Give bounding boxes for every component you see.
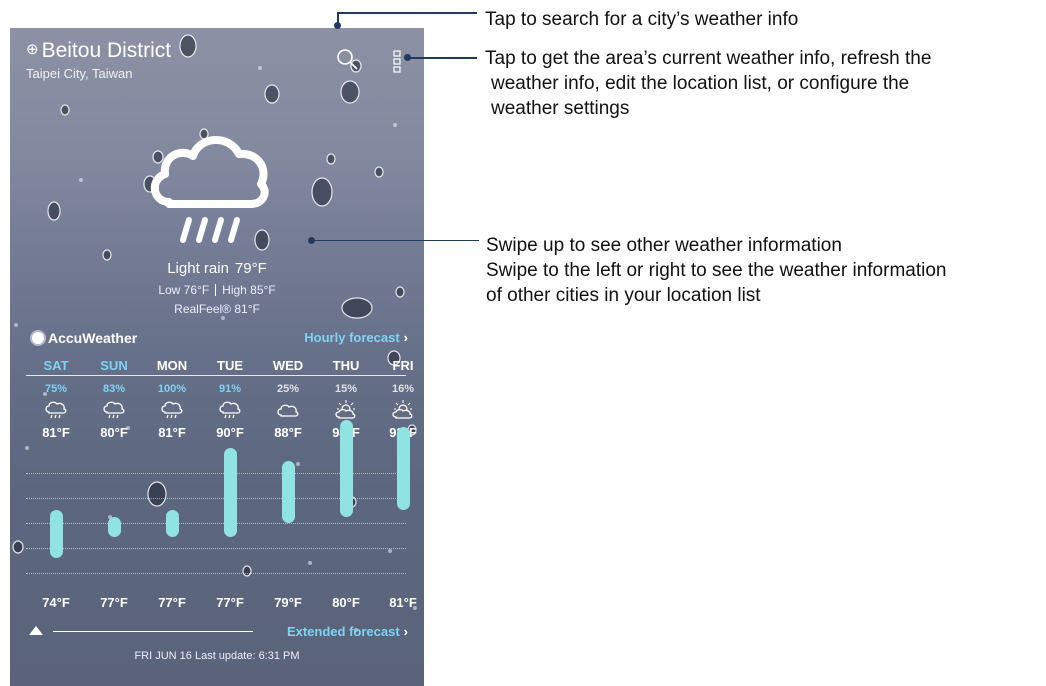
extended-forecast-link[interactable]: Extended forecast › xyxy=(287,624,408,639)
location-title[interactable]: ⊕ Beitou District xyxy=(26,39,171,63)
callout-swipe-line: Swipe up to see other weather informatio… xyxy=(486,235,842,256)
current-temp: 79°F xyxy=(234,260,267,277)
location-name: Beitou District xyxy=(41,39,172,62)
high-temp-label: 80°F xyxy=(100,425,128,440)
callout-menu-line: weather info, edit the location list, or… xyxy=(491,73,910,94)
partly-sunny-icon xyxy=(376,400,424,425)
temp-range-bar xyxy=(166,509,179,538)
low-temp-label: 80°F xyxy=(332,595,360,610)
low-temp-label: 77°F xyxy=(158,595,186,610)
last-update: FRI JUN 16 Last update: 6:31 PM xyxy=(134,650,300,662)
accuweather-logo[interactable]: AccuWeather xyxy=(32,330,137,346)
raindrops-background xyxy=(12,34,417,632)
search-icon[interactable] xyxy=(334,46,360,72)
high-temp-label: 81°F xyxy=(158,425,186,440)
accuweather-sun-icon xyxy=(32,332,44,344)
low-temp-label: 81°F xyxy=(389,595,417,610)
forecast-day: THU xyxy=(332,358,360,373)
temp-range-bar xyxy=(397,426,410,510)
rain-icon xyxy=(29,400,83,425)
leader-dot xyxy=(334,22,341,29)
temp-range-bar xyxy=(224,447,237,538)
low-temp-label: 79°F xyxy=(274,595,302,610)
grid-line xyxy=(26,523,406,524)
high-temp-label: 90°F xyxy=(216,425,244,440)
low-temp-label: 77°F xyxy=(100,595,128,610)
grid-line xyxy=(26,548,406,549)
high-temp-label: 88°F xyxy=(274,425,302,440)
forecast-day: TUE xyxy=(217,358,243,373)
rain-cloud-icon xyxy=(151,136,269,243)
callout-search: Tap to search for a city’s weather info xyxy=(485,9,799,30)
chevron-right-icon: › xyxy=(403,624,408,639)
extended-forecast-label: Extended forecast xyxy=(286,624,400,639)
forecast-day: MON xyxy=(156,358,188,373)
realfeel: RealFeel® 81°F xyxy=(174,302,260,316)
precip-percent: 15% xyxy=(334,383,358,395)
callout-menu: Tap to get the area’s current weather in… xyxy=(485,46,1035,121)
precip-percent: 75% xyxy=(44,383,68,395)
weather-screen[interactable]: ⊕ Beitou District Taipei City, Taiwan Lig… xyxy=(10,28,424,686)
more-vert-icon[interactable] xyxy=(392,50,402,74)
precip-percent: 91% xyxy=(218,383,242,395)
extended-divider xyxy=(53,631,253,632)
separator xyxy=(215,284,217,296)
leader-dot xyxy=(308,237,315,244)
callout-swipe: Swipe up to see other weather informatio… xyxy=(486,233,1046,308)
forecast-day: SUN xyxy=(100,358,128,373)
current-condition: Light rain 79°F xyxy=(10,260,424,277)
cloudy-icon xyxy=(261,400,315,425)
leader-line xyxy=(337,12,477,14)
days-divider xyxy=(26,375,406,376)
precip-percent: 25% xyxy=(276,383,300,395)
high-temp: High 85°F xyxy=(222,283,276,297)
callout-swipe-line: of other cities in your location list xyxy=(486,285,761,306)
forecast-day: SAT xyxy=(43,358,69,373)
forecast-day: WED xyxy=(272,358,304,373)
hourly-forecast-link[interactable]: Hourly forecast › xyxy=(304,330,408,345)
rain-icon xyxy=(87,400,141,425)
temp-range-bar xyxy=(50,509,63,558)
low-temp-label: 74°F xyxy=(42,595,70,610)
low-temp-label: 77°F xyxy=(216,595,244,610)
grid-line xyxy=(26,573,406,574)
leader-line xyxy=(408,57,477,59)
rain-icon xyxy=(203,400,257,425)
callout-menu-line: weather settings xyxy=(491,98,630,119)
high-temp-label: 81°F xyxy=(42,425,70,440)
callout-menu-line: Tap to get the area’s current weather in… xyxy=(485,48,932,69)
leader-dot xyxy=(404,54,411,61)
low-temp: Low 76°F xyxy=(158,283,210,297)
leader-line xyxy=(311,240,479,241)
rain-icon xyxy=(145,400,199,425)
condition-text: Light rain xyxy=(167,260,229,277)
chevron-right-icon: › xyxy=(403,330,408,345)
precip-percent: 100% xyxy=(157,383,187,395)
temp-range-bar xyxy=(282,461,295,524)
temp-range-bar xyxy=(340,420,353,517)
callout-swipe-line: Swipe to the left or right to see the we… xyxy=(486,260,947,281)
collapse-arrow-icon[interactable] xyxy=(29,626,43,635)
provider-name: AccuWeather xyxy=(48,330,138,346)
low-high: Low 76°F High 85°F xyxy=(10,283,424,297)
location-target-icon: ⊕ xyxy=(26,41,39,58)
sublocation: Taipei City, Taiwan xyxy=(26,66,133,81)
precip-percent: 83% xyxy=(102,383,126,395)
forecast-day: FRI xyxy=(392,358,414,373)
precip-percent: 16% xyxy=(391,383,415,395)
hourly-forecast-label: Hourly forecast xyxy=(304,330,400,345)
temp-range-bar xyxy=(108,516,121,538)
